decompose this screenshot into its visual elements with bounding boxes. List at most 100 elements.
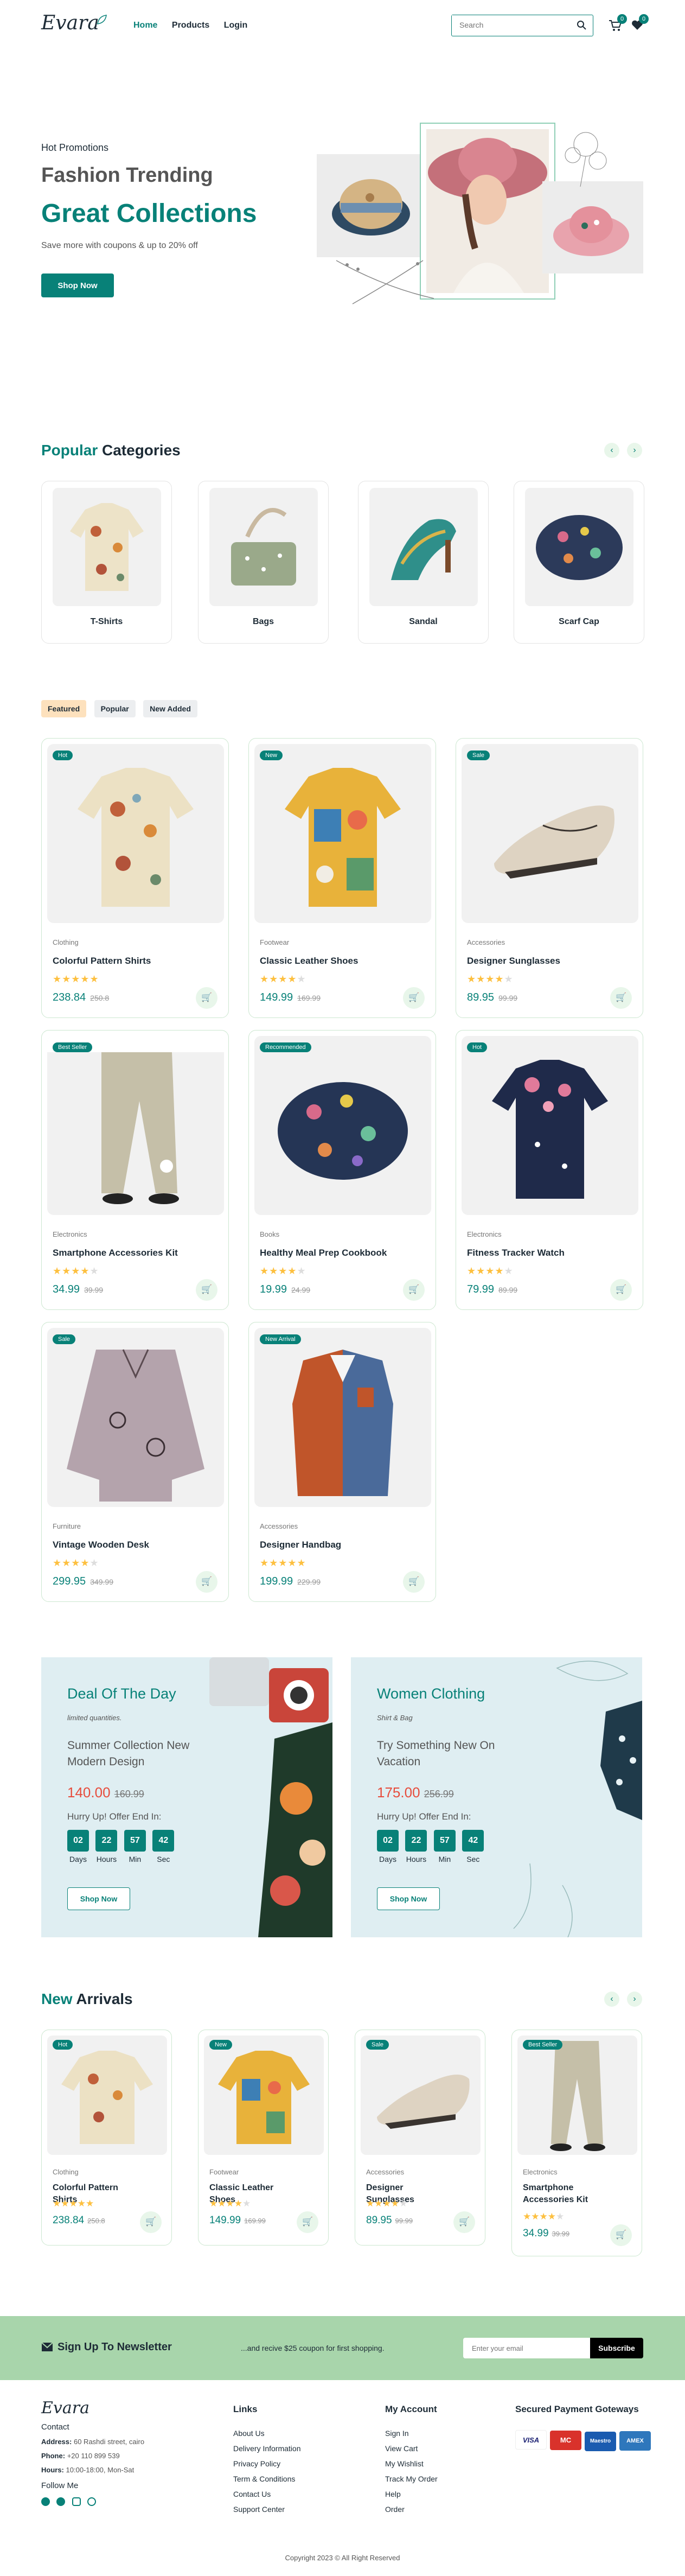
wishlist-button[interactable]: 0 xyxy=(631,14,649,31)
hero-shop-now-button[interactable]: Shop Now xyxy=(41,273,114,297)
product-old-price: 99.99 xyxy=(498,994,518,1002)
tab-featured[interactable]: Featured xyxy=(41,700,87,717)
product-name[interactable]: Colorful Pattern Shirts xyxy=(53,956,151,966)
footer-logo[interactable]: Evara xyxy=(41,2399,89,2418)
search-icon[interactable] xyxy=(577,20,586,33)
footer-hours: Hours: 10:00-18:00, Mon-Sat xyxy=(41,2466,134,2474)
product-name[interactable]: Designer Sunglasses xyxy=(467,956,560,966)
tab-popular[interactable]: Popular xyxy=(94,700,136,717)
add-to-cart-icon[interactable]: 🛒 xyxy=(196,987,217,1009)
product-name[interactable]: Fitness Tracker Watch xyxy=(467,1248,565,1258)
product-card[interactable]: New Footwear Classic Leather Shoes ★★★★★… xyxy=(248,738,436,1018)
add-to-cart-icon[interactable]: 🛒 xyxy=(403,987,425,1009)
github-icon[interactable] xyxy=(87,2497,97,2506)
product-card[interactable]: Best Seller Electronics Smartphone Acces… xyxy=(41,1030,229,1310)
countdown-label: Days xyxy=(69,1855,87,1863)
product-name[interactable]: Smartphone Accessories Kit xyxy=(523,2182,610,2206)
footer-link-privacy[interactable]: Privacy Policy xyxy=(233,2456,301,2471)
arrival-card[interactable]: New Footwear Classic Leather Shoes ★★★★★… xyxy=(198,2030,329,2246)
product-card[interactable]: Hot Electronics Fitness Tracker Watch ★★… xyxy=(456,1030,643,1310)
footer-link-contact[interactable]: Contact Us xyxy=(233,2486,301,2502)
product-rating-stars: ★★★★★ xyxy=(260,974,306,984)
footer-account-title: My Account xyxy=(385,2404,437,2414)
hero-eyebrow: Hot Promotions xyxy=(41,142,109,153)
add-to-cart-icon[interactable]: 🛒 xyxy=(403,1571,425,1593)
search-input[interactable] xyxy=(452,15,571,35)
product-name[interactable]: Vintage Wooden Desk xyxy=(53,1540,149,1550)
product-card[interactable]: Hot Clothing Colorful Pattern Shirts ★★★… xyxy=(41,738,229,1018)
category-card-sandal[interactable]: Sandal xyxy=(358,481,489,644)
footer-link-track-order[interactable]: Track My Order xyxy=(385,2471,438,2486)
categories-prev-arrow-icon[interactable]: ‹ xyxy=(604,443,619,458)
add-to-cart-icon[interactable]: 🛒 xyxy=(140,2211,162,2233)
add-to-cart-icon[interactable]: 🛒 xyxy=(610,2224,632,2246)
product-card[interactable]: Recommended Books Healthy Meal Prep Cook… xyxy=(248,1030,436,1310)
subscribe-button[interactable]: Subscribe xyxy=(590,2338,643,2358)
product-tag: New xyxy=(260,750,283,760)
instagram-icon[interactable] xyxy=(72,2497,81,2506)
nav-login[interactable]: Login xyxy=(224,21,248,30)
arrivals-next-arrow-icon[interactable]: › xyxy=(627,1992,642,2007)
add-to-cart-icon[interactable]: 🛒 xyxy=(453,2211,475,2233)
deal-shop-now-button[interactable]: Shop Now xyxy=(377,1887,440,1910)
product-name[interactable]: Healthy Meal Prep Cookbook xyxy=(260,1248,387,1258)
address-label: Address: xyxy=(41,2438,72,2446)
product-image xyxy=(517,2036,637,2155)
add-to-cart-icon[interactable]: 🛒 xyxy=(297,2211,318,2233)
search-box xyxy=(451,15,593,36)
categories-heading-rest: Categories xyxy=(102,442,181,459)
add-to-cart-icon[interactable]: 🛒 xyxy=(196,1571,217,1593)
add-to-cart-icon[interactable]: 🛒 xyxy=(610,987,632,1009)
category-card-scarf-cap[interactable]: Scarf Cap xyxy=(514,481,644,644)
categories-heading: Popular Categories xyxy=(41,442,181,459)
product-price-row: 238.84 250.8 xyxy=(53,2215,105,2227)
categories-next-arrow-icon[interactable]: › xyxy=(627,443,642,458)
product-card[interactable]: New Arrival Accessories Designer Handbag… xyxy=(248,1322,436,1602)
newsletter-text: ...and recive $25 coupon for first shopp… xyxy=(241,2344,385,2352)
product-name[interactable]: Smartphone Accessories Kit xyxy=(53,1248,178,1258)
nav-products[interactable]: Products xyxy=(172,21,209,30)
product-tabs: Featured Popular New Added xyxy=(41,700,203,717)
arrival-card[interactable]: Best Seller Electronics Smartphone Acces… xyxy=(511,2030,642,2256)
product-rating-stars: ★★★★★ xyxy=(467,1265,514,1276)
footer-follow: Follow Me xyxy=(41,2481,79,2490)
nav-home[interactable]: Home xyxy=(133,21,157,30)
cart-count-badge: 0 xyxy=(617,14,627,24)
footer-link-signin[interactable]: Sign In xyxy=(385,2426,438,2441)
product-category: Clothing xyxy=(53,938,79,946)
facebook-icon[interactable] xyxy=(41,2497,50,2506)
footer-link-terms[interactable]: Term & Conditions xyxy=(233,2471,301,2486)
product-card[interactable]: Sale Accessories Designer Sunglasses ★★★… xyxy=(456,738,643,1018)
hero-model-image xyxy=(420,123,555,300)
footer-link-view-cart[interactable]: View Cart xyxy=(385,2441,438,2456)
product-card[interactable]: Sale Furniture Vintage Wooden Desk ★★★★★… xyxy=(41,1322,229,1602)
footer-link-about[interactable]: About Us xyxy=(233,2426,301,2441)
footer-link-order[interactable]: Order xyxy=(385,2502,438,2517)
product-name[interactable]: Classic Leather Shoes xyxy=(260,956,358,966)
deal-subtitle: Shirt & Bag xyxy=(377,1714,413,1722)
product-image xyxy=(47,1328,224,1507)
tab-new-added[interactable]: New Added xyxy=(143,700,197,717)
twitter-icon[interactable] xyxy=(56,2497,66,2506)
footer-link-support[interactable]: Support Center xyxy=(233,2502,301,2517)
category-card-bags[interactable]: Bags xyxy=(198,481,329,644)
add-to-cart-icon[interactable]: 🛒 xyxy=(610,1279,632,1301)
product-image xyxy=(254,744,431,923)
arrival-card[interactable]: Sale Accessories Designer Sunglasses ★★★… xyxy=(355,2030,485,2246)
add-to-cart-icon[interactable]: 🛒 xyxy=(196,1279,217,1301)
deal-shop-now-button[interactable]: Shop Now xyxy=(67,1887,130,1910)
cart-button[interactable]: 0 xyxy=(609,14,627,31)
add-to-cart-icon[interactable]: 🛒 xyxy=(403,1279,425,1301)
arrivals-prev-arrow-icon[interactable]: ‹ xyxy=(604,1992,619,2007)
category-card-tshirts[interactable]: T-Shirts xyxy=(41,481,172,644)
payment-logos: VISA MC Maestro AMEX xyxy=(515,2430,651,2451)
newsletter-email-input[interactable] xyxy=(463,2338,590,2358)
product-tag: Sale xyxy=(53,1334,76,1344)
footer-link-help[interactable]: Help xyxy=(385,2486,438,2502)
logo[interactable]: Evara xyxy=(41,12,99,34)
product-name[interactable]: Designer Handbag xyxy=(260,1540,341,1550)
newsletter-bar: Sign Up To Newsletter ...and recive $25 … xyxy=(0,2316,685,2380)
footer-link-wishlist[interactable]: My Wishlist xyxy=(385,2456,438,2471)
arrival-card[interactable]: Hot Clothing Colorful Pattern Shirts ★★★… xyxy=(41,2030,172,2246)
footer-link-delivery[interactable]: Delivery Information xyxy=(233,2441,301,2456)
